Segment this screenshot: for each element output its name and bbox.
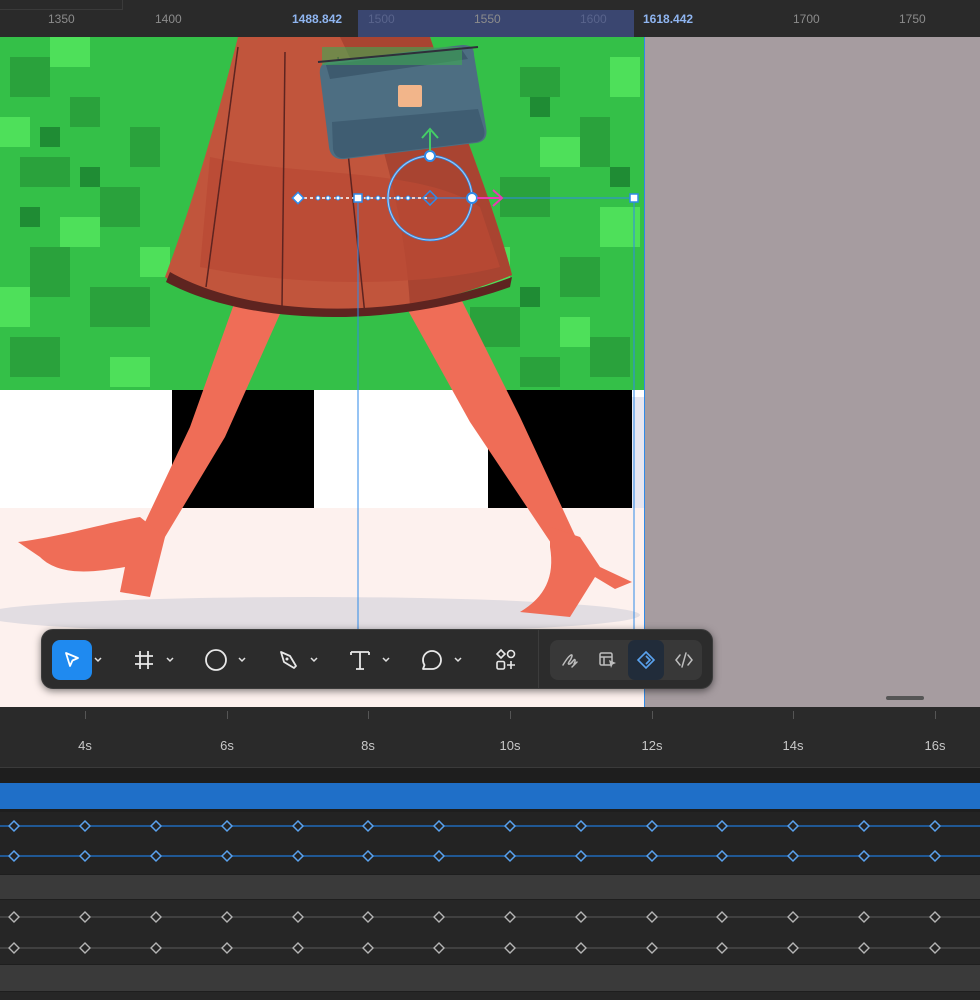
timeline-tick: [793, 711, 794, 719]
keyframe-rows[interactable]: [0, 900, 980, 964]
move-tool-group: [52, 640, 104, 680]
artboard-illustration[interactable]: [0, 37, 645, 707]
ruler-label-1400: 1400: [155, 12, 182, 26]
assets-tool-group: [486, 640, 526, 680]
chevron-down-icon: [238, 657, 246, 663]
pen-tool-chevron[interactable]: [308, 640, 320, 680]
ruler-selection-end: 1618.442: [643, 12, 694, 26]
ruler-label-1500: 1500: [368, 12, 395, 26]
timeline-label-10s: 10s: [499, 738, 521, 753]
text-tool-group: [340, 640, 392, 680]
design-mode-button[interactable]: [590, 640, 626, 680]
keyframe-diamonds: [8, 911, 941, 954]
timeline-tick: [227, 711, 228, 719]
timeline-ruler[interactable]: 4s 6s 8s 10s 12s 14s 16s: [0, 707, 980, 768]
layout-cursor-icon: [599, 652, 616, 668]
ruler-label-1750: 1750: [899, 12, 926, 26]
comment-tool-button[interactable]: [412, 640, 452, 680]
move-tool-button[interactable]: [52, 640, 92, 680]
frame-tool-chevron[interactable]: [164, 640, 176, 680]
keyframe-tracks-partial[interactable]: [0, 992, 980, 1000]
design-canvas[interactable]: [0, 37, 980, 707]
circle-icon: [205, 649, 227, 671]
speech-bubble-icon: [422, 650, 442, 670]
selected-layer-track[interactable]: [0, 783, 980, 809]
timeline-label-12s: 12s: [641, 738, 663, 753]
ruler-corner: [0, 0, 123, 10]
timeline-label-16s: 16s: [924, 738, 946, 753]
move-tool-chevron[interactable]: [92, 640, 104, 680]
timeline-tick: [510, 711, 511, 719]
animate-mode-button[interactable]: [628, 640, 664, 680]
floating-toolbar: [41, 629, 713, 689]
draw-mode-button[interactable]: [552, 640, 588, 680]
timeline-tick: [935, 711, 936, 719]
timeline-label-14s: 14s: [782, 738, 804, 753]
diamond-keyframe-icon: [636, 650, 656, 670]
selected-keyframe-tracks[interactable]: [0, 812, 980, 874]
canvas-scroll-handle[interactable]: [886, 696, 924, 700]
ruler-label-1350: 1350: [48, 12, 75, 26]
ruler-label-1600: 1600: [580, 12, 607, 26]
timeline-tick: [652, 711, 653, 719]
toolbar-divider: [538, 630, 539, 688]
timeline-label-4s: 4s: [78, 738, 92, 753]
chevron-down-icon: [166, 657, 174, 663]
chevron-down-icon: [382, 657, 390, 663]
comment-tool-chevron[interactable]: [452, 640, 464, 680]
comment-tool-group: [412, 640, 464, 680]
keyframe-diamonds-selected: [7, 819, 942, 863]
mode-switcher: [550, 640, 702, 680]
pen-icon: [280, 651, 297, 669]
ruler-selection-start: 1488.842: [292, 12, 343, 26]
chevron-down-icon: [94, 657, 102, 663]
layer-track[interactable]: [0, 875, 980, 899]
chevron-down-icon: [454, 657, 462, 663]
keyframe-tracks[interactable]: [0, 900, 980, 964]
text-tool-button[interactable]: [340, 640, 380, 680]
assets-tool-button[interactable]: [486, 640, 526, 680]
shape-tool-chevron[interactable]: [236, 640, 248, 680]
timeline-label-6s: 6s: [220, 738, 234, 753]
hash-frame-icon: [135, 651, 153, 669]
shape-tool-button[interactable]: [196, 640, 236, 680]
frame-right-edge: [644, 37, 645, 707]
pen-tool-button[interactable]: [268, 640, 308, 680]
cursor-arrow-icon: [65, 652, 79, 667]
squiggle-icon: [562, 654, 578, 668]
layer-track[interactable]: [0, 965, 980, 991]
code-brackets-icon: [675, 652, 693, 668]
text-t-icon: [350, 651, 370, 670]
ruler-label-1700: 1700: [793, 12, 820, 26]
assets-plus-icon: [495, 648, 516, 670]
pen-tool-group: [268, 640, 320, 680]
animation-timeline[interactable]: 4s 6s 8s 10s 12s 14s 16s: [0, 707, 980, 1000]
timeline-tick: [368, 711, 369, 719]
shape-tool-group: [196, 640, 248, 680]
dev-mode-button[interactable]: [666, 640, 702, 680]
horizontal-ruler[interactable]: 1350 1400 1500 1550 1600 1700 1750 1488.…: [0, 0, 980, 38]
text-tool-chevron[interactable]: [380, 640, 392, 680]
chevron-down-icon: [310, 657, 318, 663]
frame-tool-group: [124, 640, 176, 680]
timeline-tick: [85, 711, 86, 719]
ruler-label-1550: 1550: [474, 12, 501, 26]
timeline-label-8s: 8s: [361, 738, 375, 753]
frame-tool-button[interactable]: [124, 640, 164, 680]
keyframe-rows-selected[interactable]: [0, 812, 980, 874]
